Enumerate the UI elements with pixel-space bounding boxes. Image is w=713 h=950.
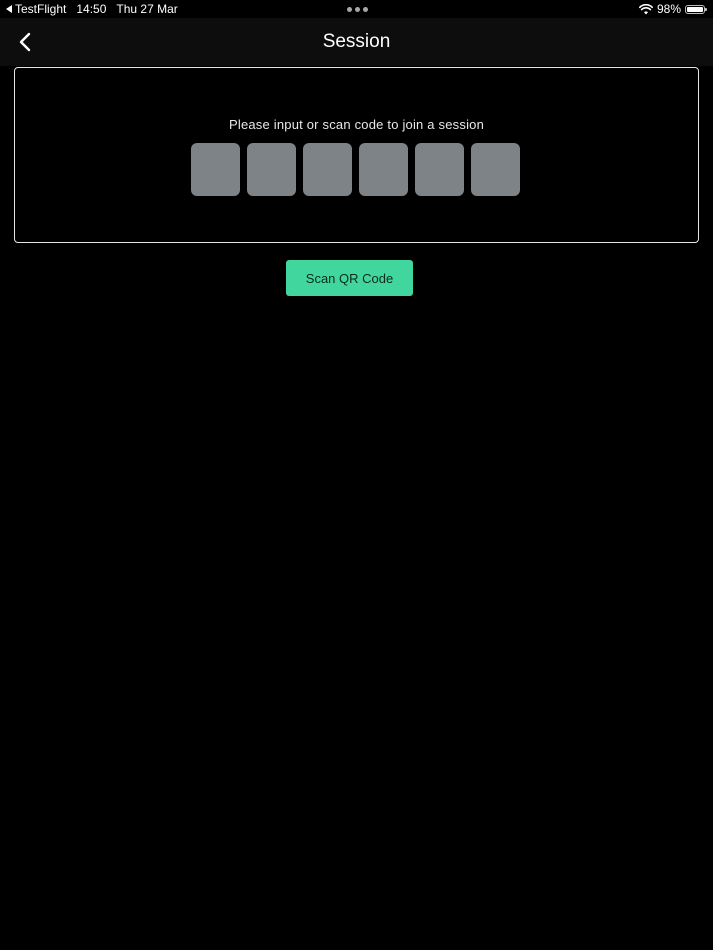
code-digit-input[interactable]: [359, 143, 408, 196]
session-code-inputs: [191, 143, 520, 196]
page-title: Session: [322, 31, 391, 52]
code-digit-input[interactable]: [415, 143, 464, 196]
session-code-panel: Please input or scan code to join a sess…: [14, 67, 699, 243]
scan-qr-code-button[interactable]: Scan QR Code: [286, 260, 413, 296]
code-digit-input[interactable]: [191, 143, 240, 196]
status-bar: TestFlight 14:50 Thu 27 Mar 98%: [0, 0, 713, 18]
code-digit-input[interactable]: [471, 143, 520, 196]
status-left: TestFlight 14:50 Thu 27 Mar: [6, 2, 178, 16]
join-session-prompt: Please input or scan code to join a sess…: [228, 117, 485, 132]
wifi-icon: [638, 3, 653, 14]
status-time: 14:50: [76, 2, 107, 16]
dot-icon: [347, 7, 352, 12]
battery-fill: [687, 6, 703, 12]
multitasking-handle[interactable]: [347, 7, 368, 12]
battery-icon: [685, 4, 707, 14]
dot-icon: [355, 7, 360, 12]
back-to-app-link[interactable]: TestFlight: [6, 2, 66, 16]
status-right: 98%: [638, 2, 707, 16]
status-date: Thu 27 Mar: [116, 2, 178, 16]
dot-icon: [363, 7, 368, 12]
back-app-label: TestFlight: [15, 2, 67, 16]
nav-bar: Session: [0, 18, 713, 66]
code-digit-input[interactable]: [303, 143, 352, 196]
code-digit-input[interactable]: [247, 143, 296, 196]
battery-percent: 98%: [656, 2, 681, 16]
back-triangle-icon: [6, 5, 12, 13]
